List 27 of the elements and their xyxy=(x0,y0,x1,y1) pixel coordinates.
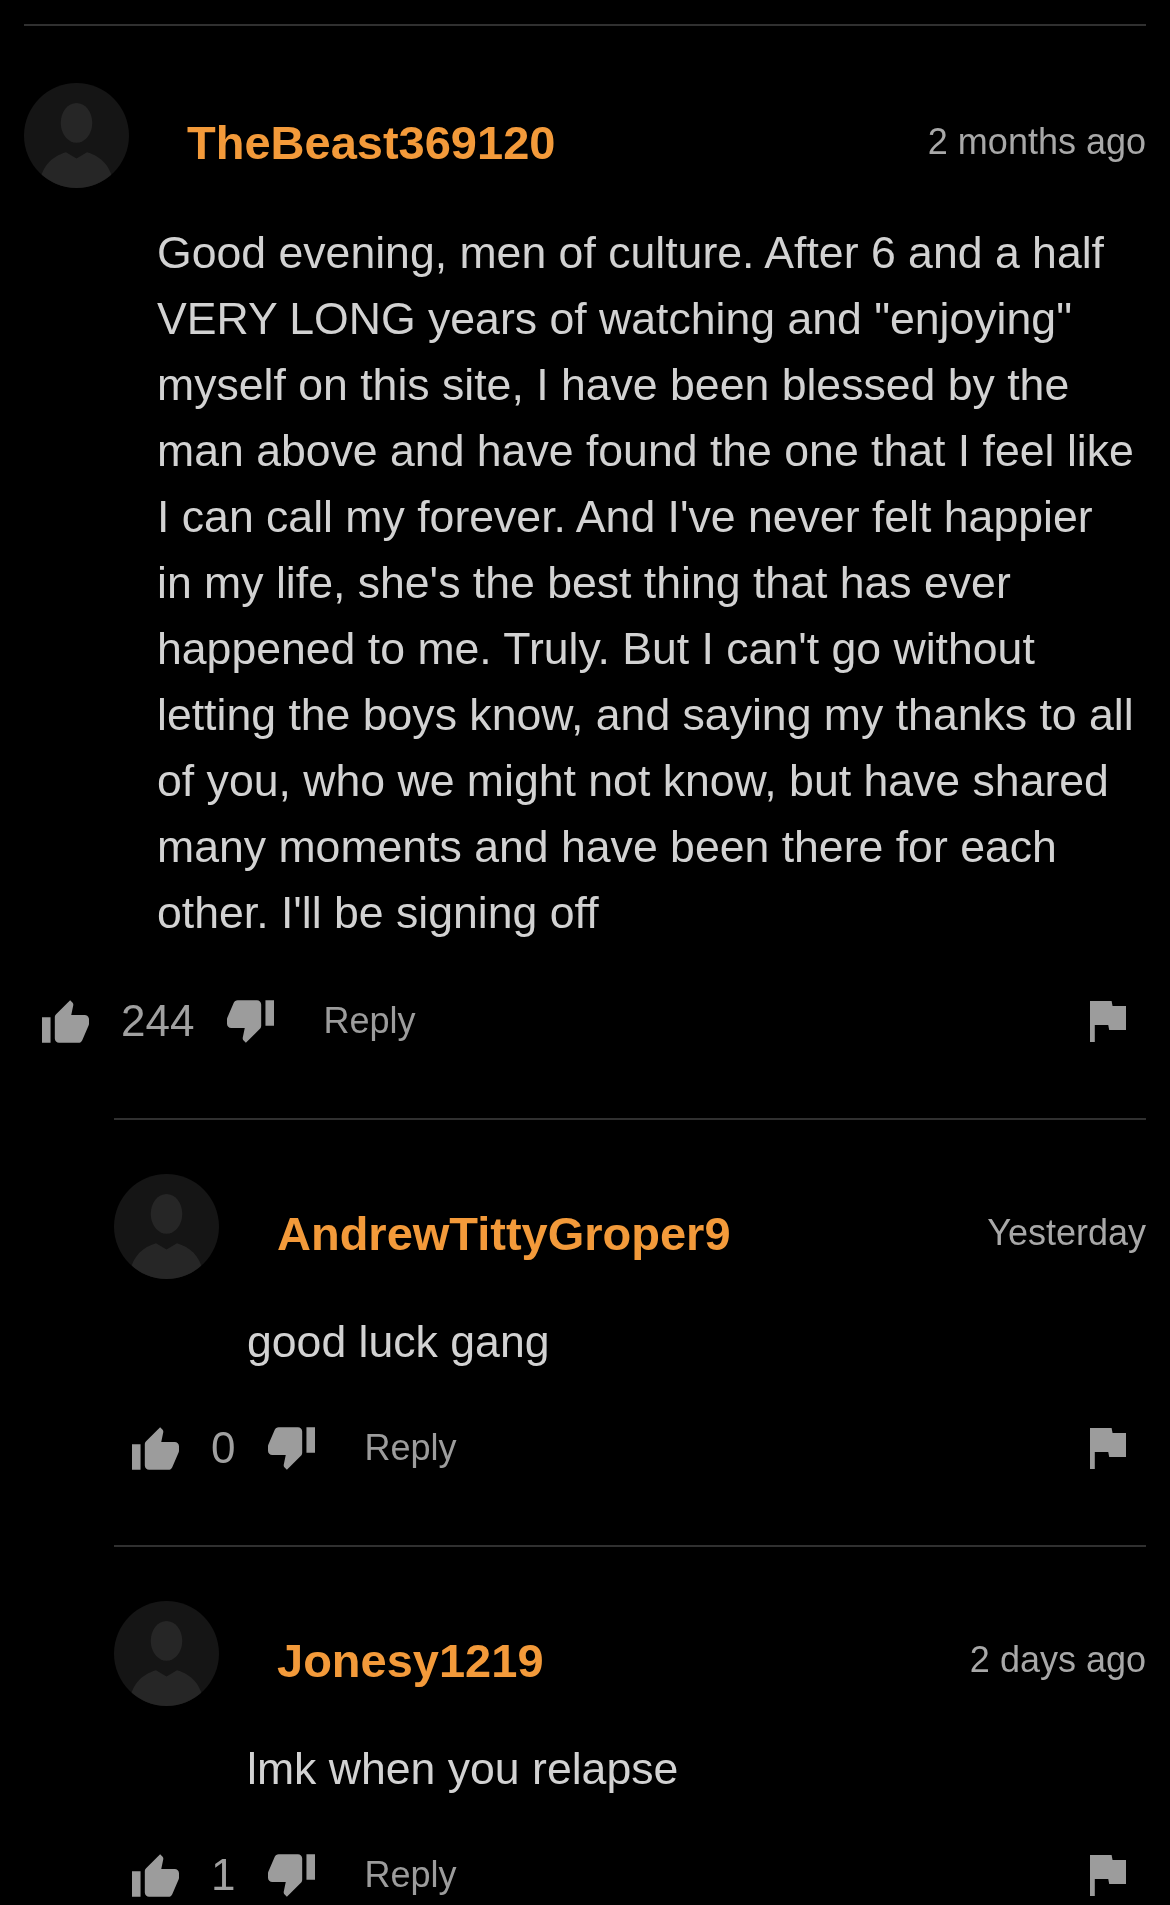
username-link[interactable]: Jonesy1219 xyxy=(277,1620,544,1687)
thumbs-down-icon[interactable] xyxy=(268,1426,316,1470)
like-count: 0 xyxy=(211,1426,236,1470)
reply-link[interactable]: Reply xyxy=(364,1855,457,1895)
thumbs-down-icon[interactable] xyxy=(227,999,275,1043)
like-count: 244 xyxy=(121,999,195,1043)
comment-text: good luck gang xyxy=(247,1316,551,1368)
username-link[interactable]: TheBeast369120 xyxy=(187,102,556,169)
thumbs-up-icon[interactable] xyxy=(132,1853,179,1897)
like-count: 1 xyxy=(211,1853,236,1897)
username-link[interactable]: AndrewTittyGroper9 xyxy=(277,1193,731,1260)
avatar-icon xyxy=(114,1601,219,1706)
flag-icon[interactable] xyxy=(1090,1000,1126,1042)
comment-text: Good evening, men of culture. After 6 and a half VERY LONG years of watching and "enjoying" myself on this site, I have been blessed by the man above and have found the one that I feel like I can call my forever. And I've never felt happier in my life, she's the best thing that has ever happened to me. Truly. But I can't go without letting the boys know, and saying my thanks to all of you, who we might not know, but have shared many moments and have been there for each other. I'll be signing off xyxy=(157,227,1135,939)
thumbs-down-icon[interactable] xyxy=(268,1853,316,1897)
timestamp: Yesterday xyxy=(987,1210,1146,1253)
reply-link[interactable]: Reply xyxy=(364,1428,457,1468)
flag-icon[interactable] xyxy=(1090,1427,1126,1469)
comment-text: lmk when you relapse xyxy=(247,1743,680,1795)
timestamp: 2 months ago xyxy=(927,119,1146,162)
flag-icon[interactable] xyxy=(1090,1854,1126,1896)
avatar-icon xyxy=(24,83,129,188)
timestamp: 2 days ago xyxy=(969,1637,1146,1680)
thumbs-up-icon[interactable] xyxy=(132,1426,179,1470)
reply-link[interactable]: Reply xyxy=(323,1001,416,1041)
avatar-icon xyxy=(114,1174,219,1279)
thumbs-up-icon[interactable] xyxy=(42,999,89,1043)
